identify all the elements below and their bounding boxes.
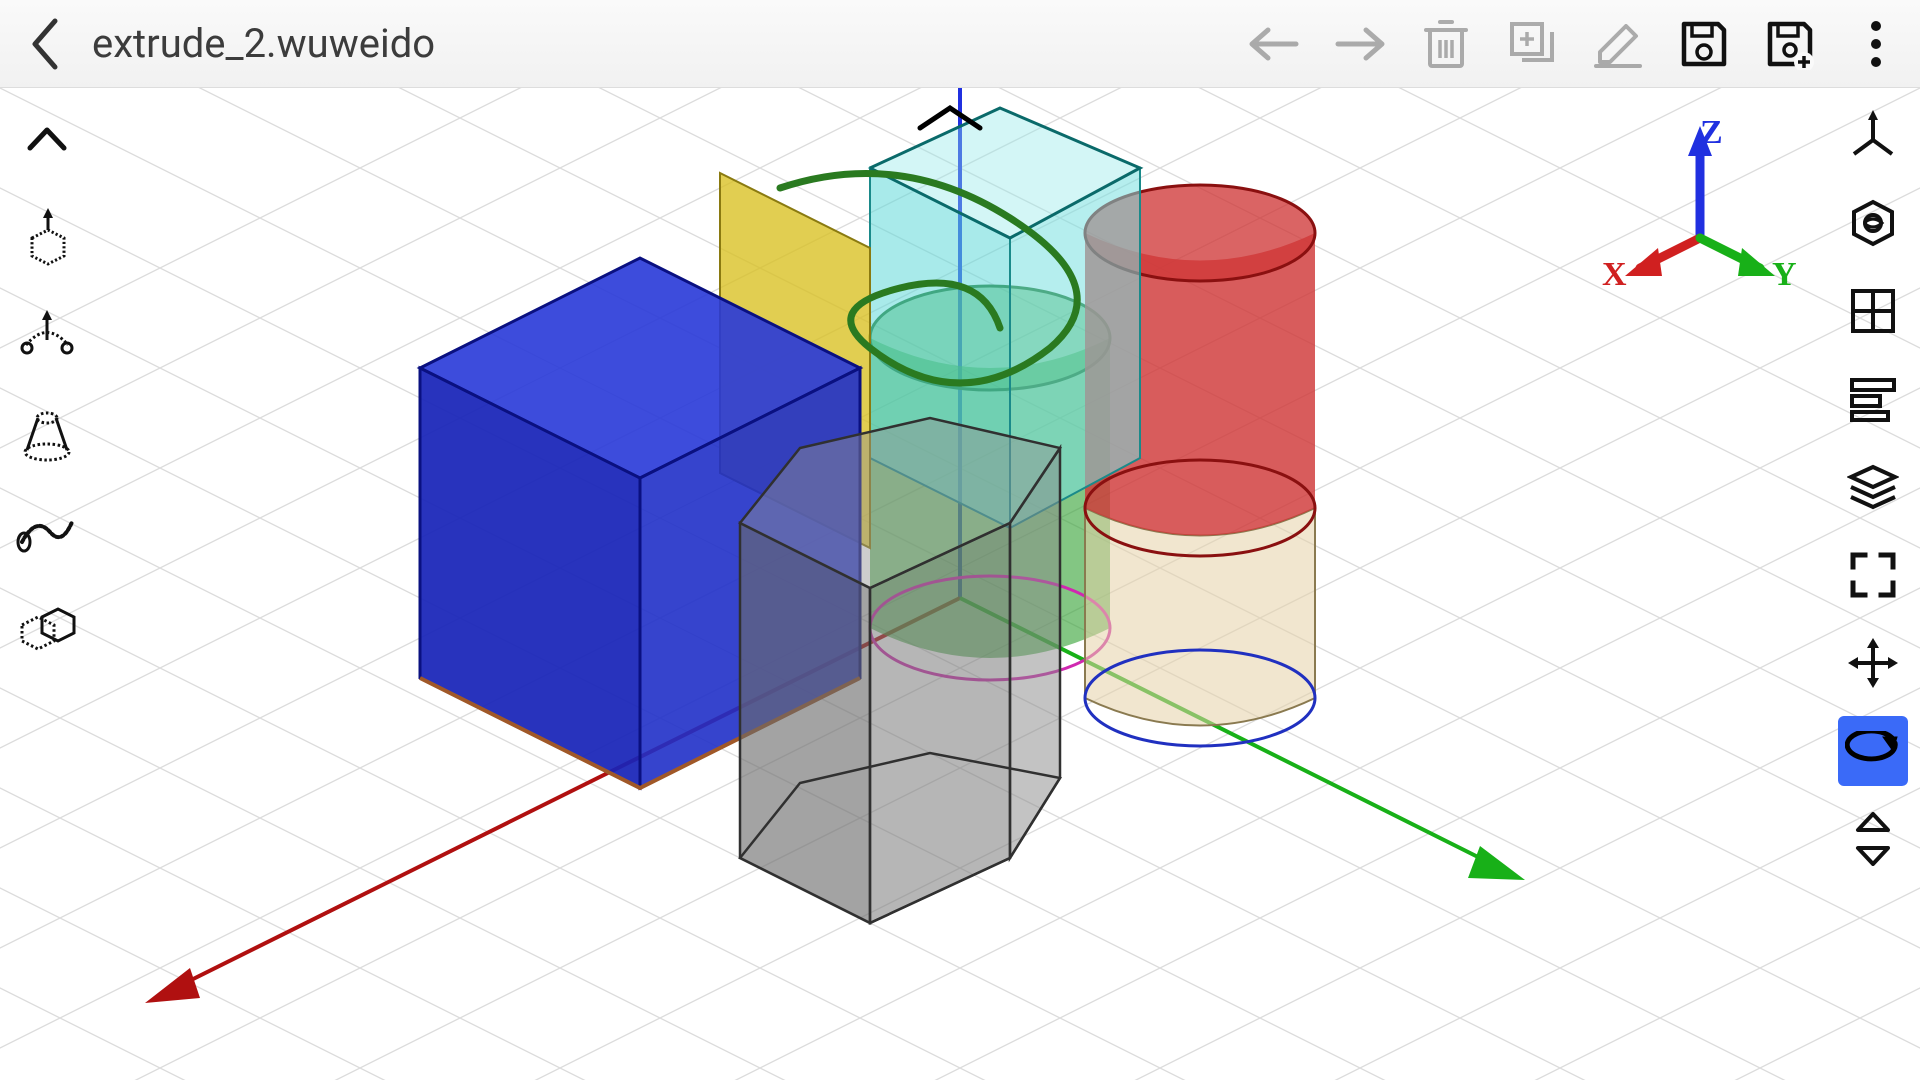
pan-icon xyxy=(1846,636,1900,690)
axis-x-label: X xyxy=(1602,256,1627,294)
trash-icon xyxy=(1422,18,1470,70)
save-icon xyxy=(1678,18,1730,70)
revolve-tool[interactable] xyxy=(12,300,82,370)
pencil-icon xyxy=(1592,18,1644,70)
redo-button[interactable] xyxy=(1324,8,1396,80)
save-button[interactable] xyxy=(1668,8,1740,80)
left-toolbar xyxy=(0,88,94,664)
save-as-button[interactable] xyxy=(1754,8,1826,80)
angle-marker-icon xyxy=(920,108,980,128)
copy-button[interactable] xyxy=(1496,8,1568,80)
expand-vertical-icon xyxy=(1852,812,1894,866)
pan-tool[interactable] xyxy=(1838,628,1908,698)
orbit-tool[interactable] xyxy=(1838,716,1908,786)
save-plus-icon xyxy=(1764,18,1816,70)
loft-icon xyxy=(18,404,76,462)
delete-button[interactable] xyxy=(1410,8,1482,80)
sweep-icon xyxy=(16,508,78,554)
extrude-tool[interactable] xyxy=(12,202,82,272)
sweep-tool[interactable] xyxy=(12,496,82,566)
axis-tripod-icon xyxy=(1848,110,1898,160)
axis-y-label: Y xyxy=(1772,256,1797,294)
align-tool[interactable] xyxy=(1838,364,1908,434)
loft-tool[interactable] xyxy=(12,398,82,468)
grid-toggle-tool[interactable] xyxy=(1838,276,1908,346)
file-title: extrude_2.wuweido xyxy=(92,20,435,67)
copy-icon xyxy=(1506,18,1558,70)
more-vertical-icon xyxy=(1869,18,1883,70)
arrow-right-icon xyxy=(1330,24,1390,64)
fullscreen-tool[interactable] xyxy=(1838,540,1908,610)
boolean-icon xyxy=(16,605,78,653)
axis-view-tool[interactable] xyxy=(1838,100,1908,170)
orbit-icon xyxy=(1845,731,1901,771)
layers-tool[interactable] xyxy=(1838,452,1908,522)
layers-icon xyxy=(1847,463,1899,511)
arrow-left-icon xyxy=(1244,24,1304,64)
align-icon xyxy=(1848,376,1898,422)
fit-view-icon xyxy=(1846,196,1900,250)
back-button[interactable] xyxy=(8,8,80,80)
extrude-icon xyxy=(18,208,76,266)
collapse-panel-button[interactable] xyxy=(12,104,82,174)
axis-z-label: Z xyxy=(1700,114,1723,152)
expand-vertical-tool[interactable] xyxy=(1838,804,1908,874)
boolean-tool[interactable] xyxy=(12,594,82,664)
revolve-icon xyxy=(16,310,78,360)
header-bar: extrude_2.wuweido xyxy=(0,0,1920,88)
chevron-left-icon xyxy=(27,17,61,71)
undo-button[interactable] xyxy=(1238,8,1310,80)
fullscreen-icon xyxy=(1849,551,1897,599)
chevron-up-icon xyxy=(24,124,70,154)
edit-button[interactable] xyxy=(1582,8,1654,80)
axis-orientation-gizmo[interactable]: Z X Y xyxy=(1600,108,1800,308)
overflow-menu-button[interactable] xyxy=(1840,8,1912,80)
body-prism-gray[interactable] xyxy=(740,418,1060,923)
grid-icon xyxy=(1849,287,1897,335)
fit-view-tool[interactable] xyxy=(1838,188,1908,258)
right-toolbar xyxy=(1826,88,1920,874)
